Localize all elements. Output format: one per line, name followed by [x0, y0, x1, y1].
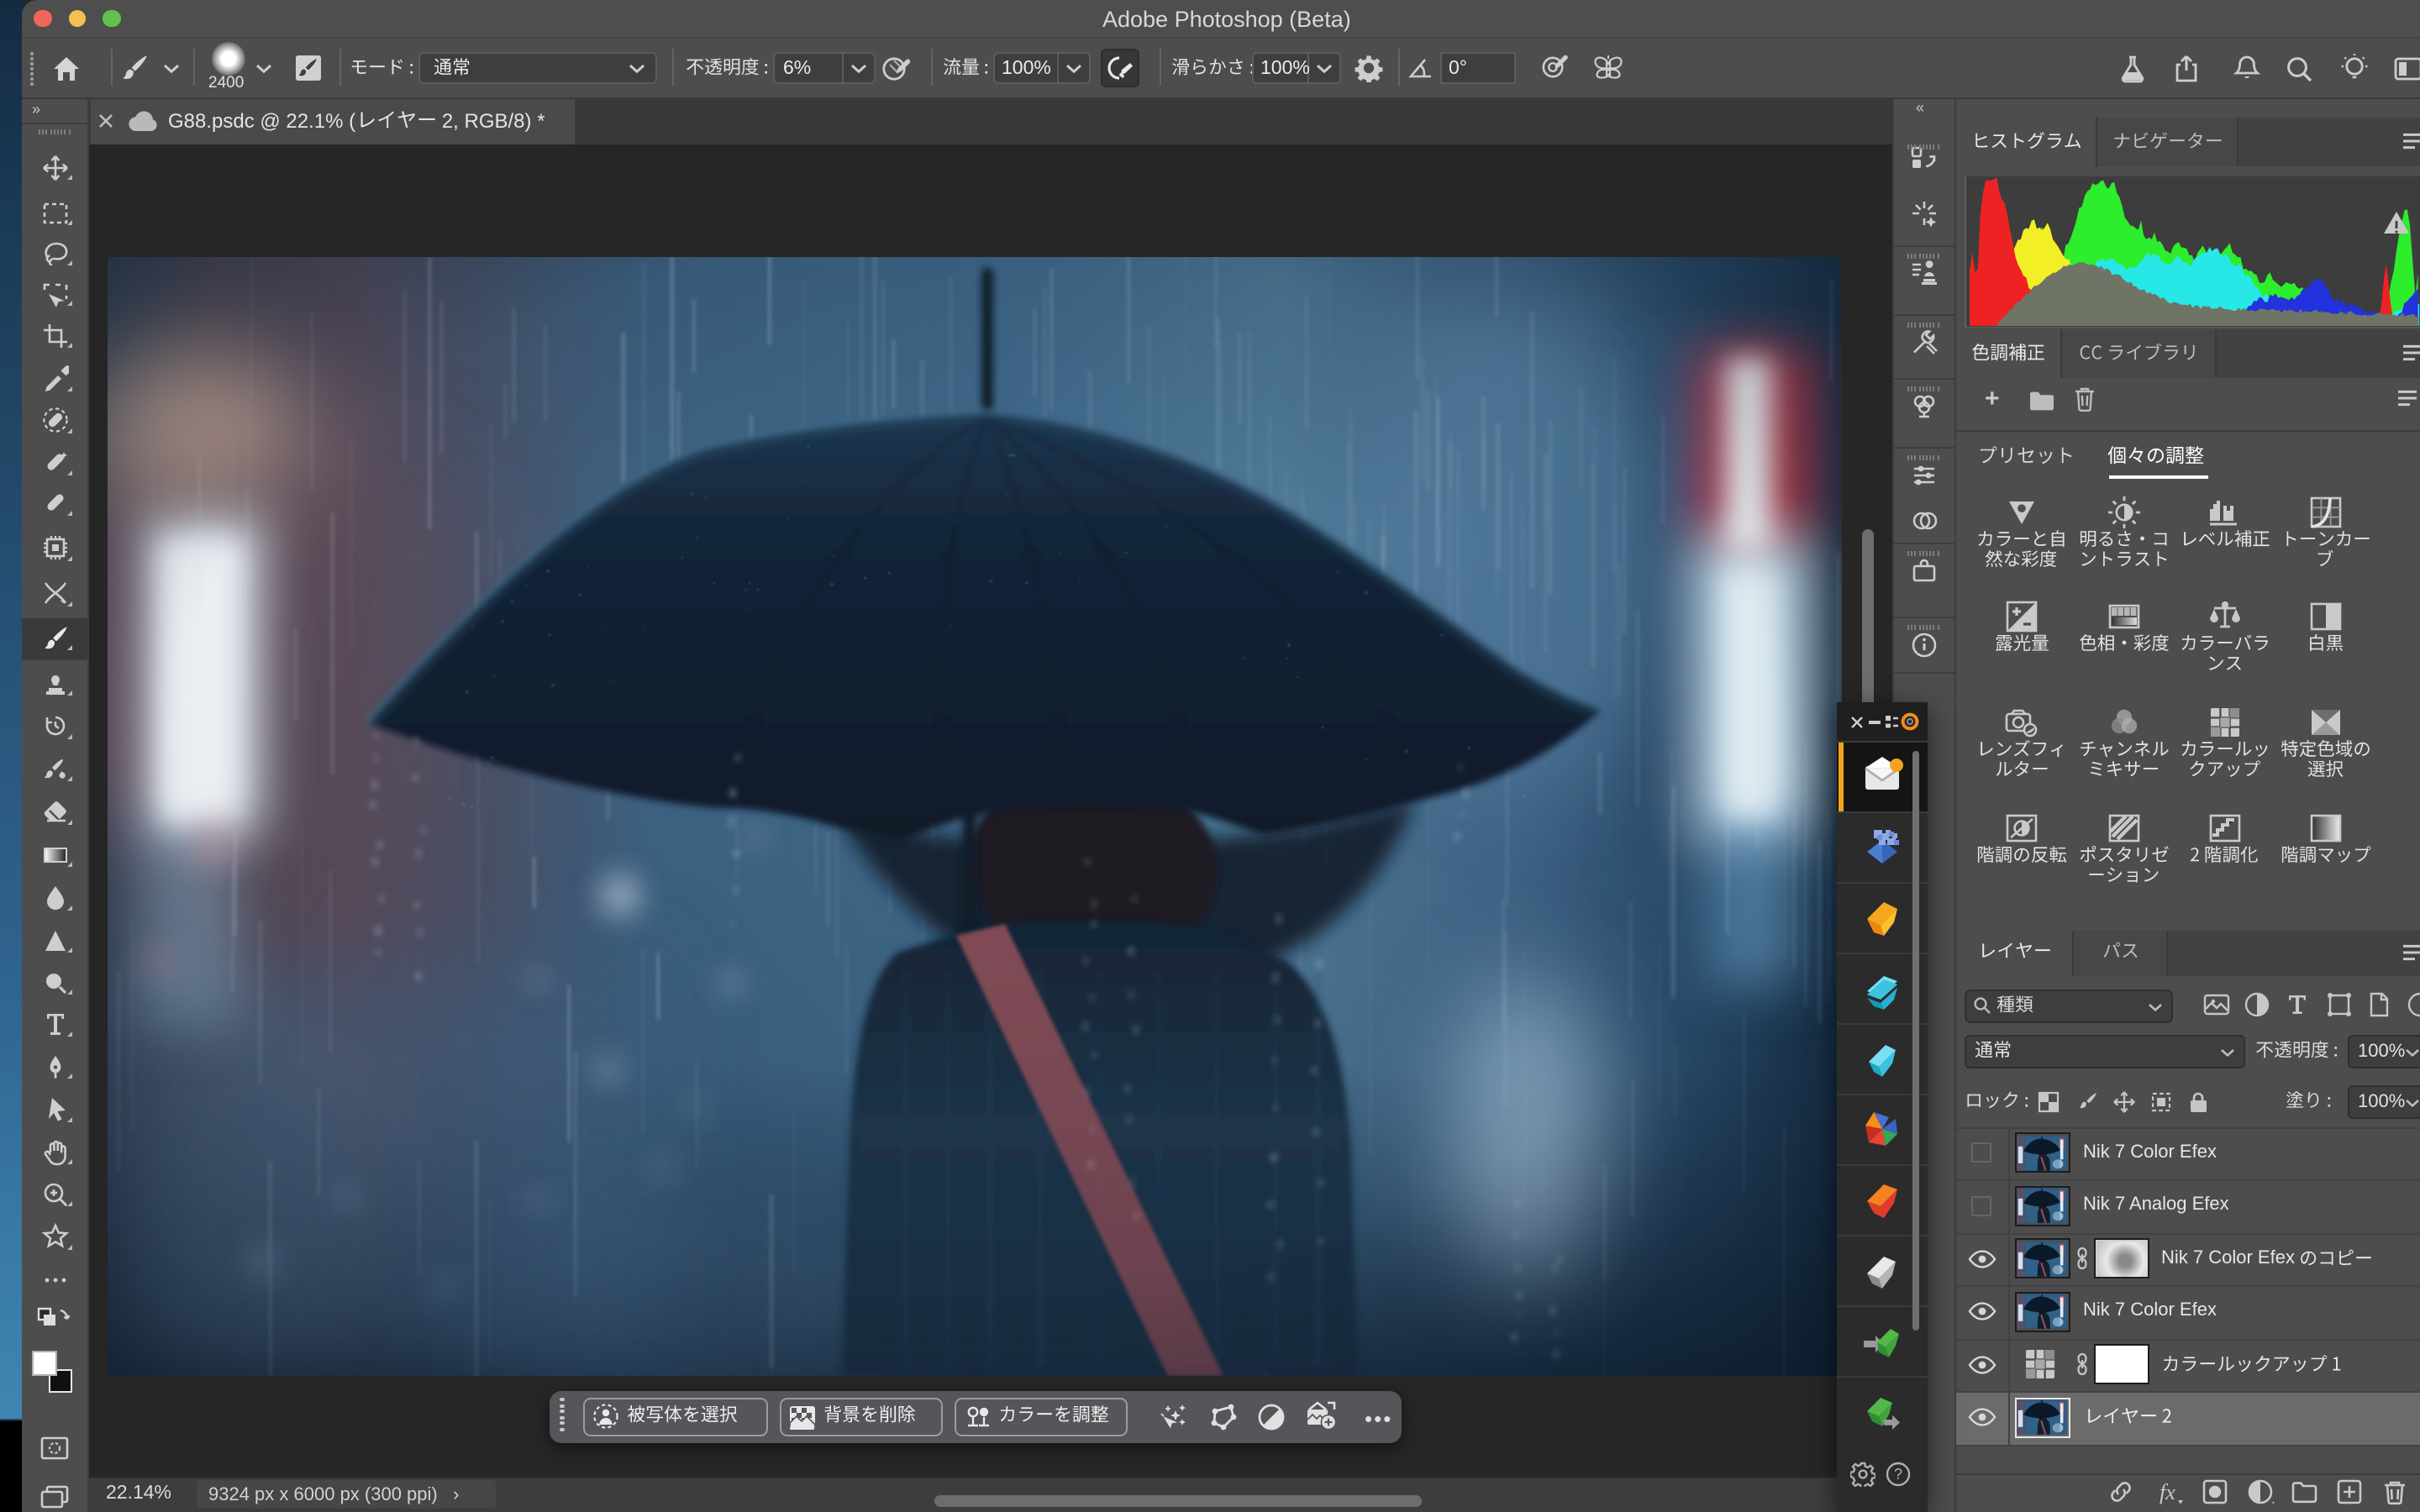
- svg-text:?: ?: [1893, 1466, 1902, 1483]
- svg-text:fx: fx: [2159, 1480, 2175, 1504]
